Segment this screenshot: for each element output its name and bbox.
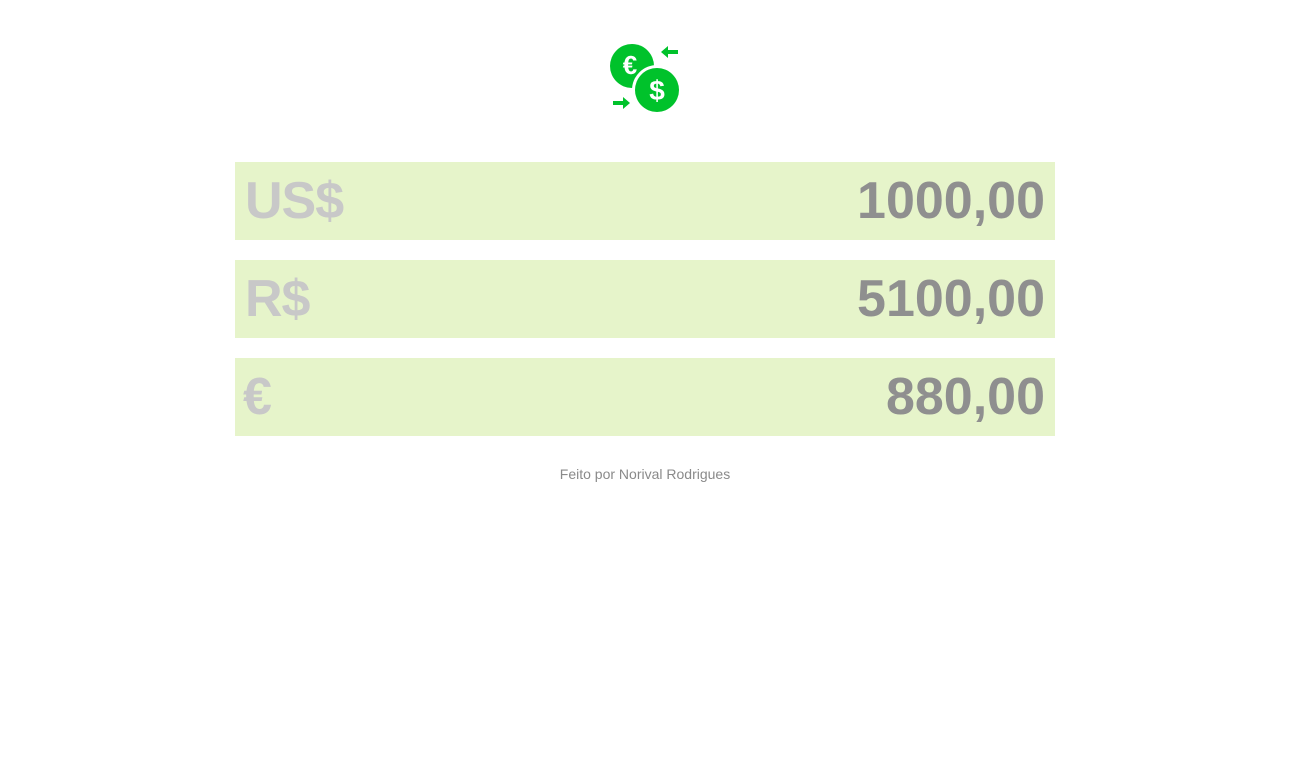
currency-label-brl: R$ — [245, 270, 310, 328]
footer-credit: Feito por Norival Rodrigues — [559, 466, 731, 482]
amount-input-usd[interactable] — [645, 171, 1045, 231]
svg-text:€: € — [623, 50, 637, 80]
svg-text:$: $ — [649, 75, 665, 106]
currency-label-usd: US$ — [245, 172, 344, 230]
currency-list: US$ R$ € — [235, 162, 1055, 456]
currency-row-eur: € — [235, 358, 1055, 436]
currency-row-usd: US$ — [235, 162, 1055, 240]
currency-row-brl: R$ — [235, 260, 1055, 338]
amount-input-brl[interactable] — [645, 269, 1045, 329]
amount-input-eur[interactable] — [645, 367, 1045, 427]
currency-exchange-icon: € $ — [608, 42, 684, 116]
converter-page: € $ US$ R$ € Feito por Norival Rodrigues — [0, 0, 1313, 759]
currency-label-eur: € — [243, 368, 272, 426]
